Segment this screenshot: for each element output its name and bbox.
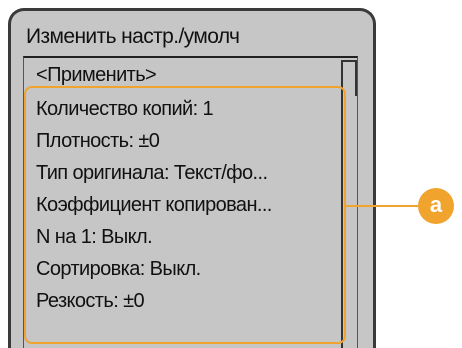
callout-highlight-box xyxy=(24,86,346,344)
callout-line xyxy=(346,205,418,207)
callout-badge: a xyxy=(418,188,454,224)
screen-title: Изменить настр./умолч xyxy=(26,25,240,48)
